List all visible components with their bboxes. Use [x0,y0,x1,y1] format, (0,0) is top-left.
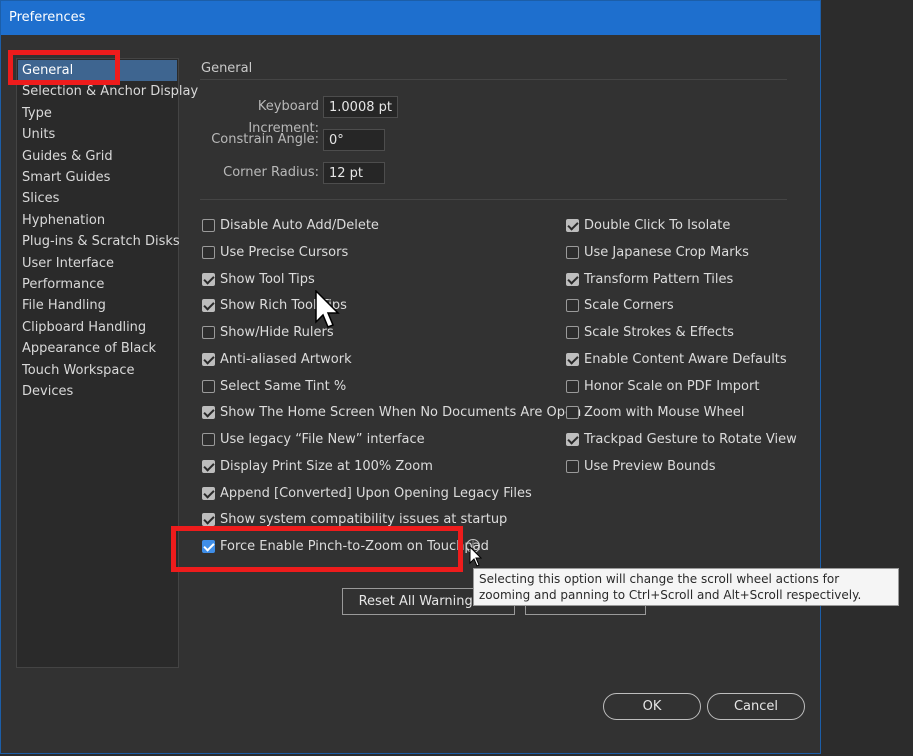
option-label: Show The Home Screen When No Documents A… [220,405,582,421]
checkbox[interactable] [202,326,215,339]
cancel-button[interactable]: Cancel [707,693,805,720]
checkbox[interactable] [202,433,215,446]
title-bar[interactable]: Preferences [1,1,820,35]
checkbox[interactable] [202,513,215,527]
constrain-angle-input[interactable] [323,129,385,151]
mouse-cursor-small-icon [469,546,483,567]
option-label: Scale Corners [584,298,674,314]
constrain-angle-label: Constrain Angle: [211,132,319,147]
option-label: Trackpad Gesture to Rotate View [584,432,797,447]
checkbox[interactable] [202,379,215,393]
preferences-sidebar: General Selection & Anchor Display Type Uni… [16,58,198,668]
option-label: Zoom with Mouse Wheel [584,405,745,421]
corner-radius-label: Corner Radius: [223,165,319,180]
divider [200,199,787,200]
mouse-cursor-icon [315,290,340,328]
sidebar-item[interactable]: Type [18,103,177,124]
window-title: Preferences [9,10,86,25]
option-label: Enable Content Aware Defaults [584,351,787,367]
checkbox[interactable] [566,459,579,473]
option-label: Display Print Size at 100% Zoom [220,458,433,474]
sidebar-item[interactable]: Performance [18,274,177,295]
option-label: Show Tool Tips [220,271,315,287]
sidebar-item[interactable]: Hyphenation [18,210,177,231]
sidebar-item[interactable]: Appearance of Black [18,338,177,359]
sidebar-item[interactable]: Clipboard Handling [18,317,177,338]
option-label: Use Japanese Crop Marks [584,244,749,260]
pinch-zoom-tooltip: Selecting this option will change the sc… [473,568,899,606]
sidebar-item[interactable]: Touch Workspace [18,360,177,381]
option-label: Scale Strokes & Effects [584,325,734,340]
corner-radius-input[interactable] [323,162,385,184]
option-label: Append [Converted] Upon Opening Legacy F… [220,485,532,501]
option-label: Honor Scale on PDF Import [584,378,760,394]
checkbox[interactable] [566,219,579,232]
divider [200,79,787,80]
checkbox[interactable] [202,486,215,500]
checkbox[interactable] [202,245,215,259]
sidebar-item[interactable]: File Handling [18,295,177,316]
option-label: Double Click To Isolate [584,218,731,233]
preferences-dialog: Preferences General Selection & Anchor Di… [0,0,821,754]
keyboard-increment-input[interactable] [323,96,398,118]
sidebar-item[interactable]: Devices [18,381,177,402]
option-label: Transform Pattern Tiles [584,271,734,287]
sidebar-item[interactable]: Units [18,124,177,145]
option-label: Anti-aliased Artwork [220,351,352,367]
general-highlight-box [8,50,120,85]
checkbox[interactable] [566,299,579,313]
option-label: Disable Auto Add/Delete [220,218,379,233]
checkbox[interactable] [202,459,215,473]
checkbox[interactable] [566,245,579,259]
checkbox[interactable] [566,326,579,339]
sidebar-item[interactable]: Slices [18,188,177,209]
pinch-zoom-highlight-box [171,526,463,572]
option-label: Use legacy “File New” interface [220,432,425,447]
background-area [821,0,913,756]
checkbox[interactable] [202,406,215,420]
checkbox[interactable] [202,352,215,366]
option-label: Use Preview Bounds [584,458,716,474]
checkbox[interactable] [202,272,215,286]
ok-button[interactable]: OK [603,693,701,720]
checkbox[interactable] [566,406,579,420]
checkbox[interactable] [202,219,215,232]
option-label: Select Same Tint % [220,378,347,394]
option-label: Use Precise Cursors [220,244,349,260]
sidebar-item[interactable]: Plug-ins & Scratch Disks [18,231,180,252]
checkbox[interactable] [566,272,579,286]
checkbox[interactable] [566,379,579,393]
sidebar-item[interactable]: Guides & Grid [18,146,177,167]
sidebar-item[interactable]: Smart Guides [18,167,177,188]
checkbox[interactable] [202,299,215,313]
checkbox[interactable] [566,433,579,446]
sidebar-item[interactable]: User Interface [18,253,177,274]
section-title: General [201,61,253,76]
checkbox[interactable] [566,352,579,366]
